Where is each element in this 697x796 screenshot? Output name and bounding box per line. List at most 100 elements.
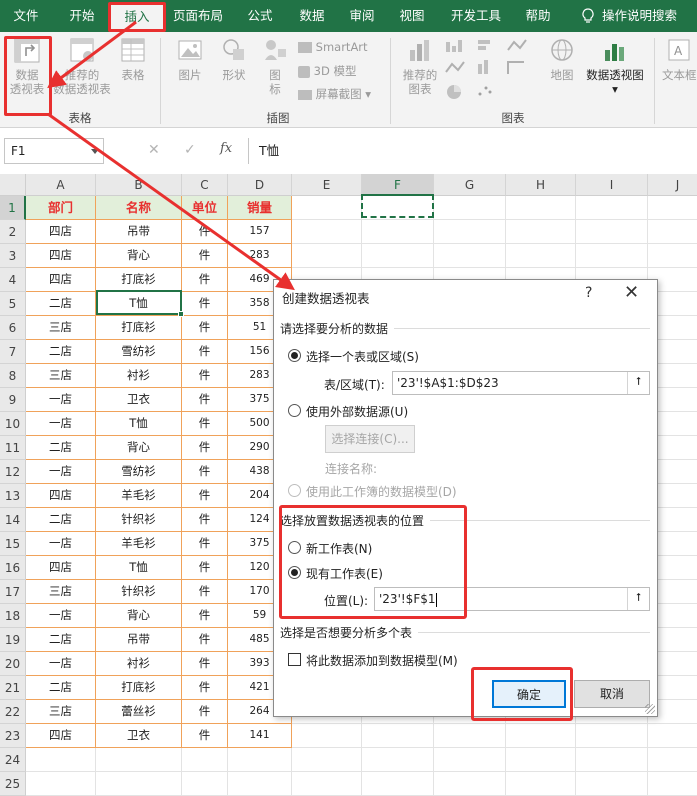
close-icon[interactable]: ✕ <box>624 282 639 303</box>
add-to-data-model-checkbox[interactable] <box>288 653 301 666</box>
empty-cell[interactable] <box>26 772 96 796</box>
row-header[interactable]: 18 <box>0 604 26 628</box>
select-all-corner[interactable] <box>0 174 26 196</box>
table-header-cell[interactable]: 单位 <box>182 196 228 220</box>
table-cell[interactable]: 四店 <box>26 484 96 508</box>
smartart-button[interactable]: SmartArt <box>298 40 368 54</box>
empty-cell[interactable] <box>26 748 96 772</box>
table-cell[interactable]: 吊带 <box>96 628 182 652</box>
empty-cell[interactable] <box>576 724 648 748</box>
maps-button[interactable]: 地图 <box>544 36 580 82</box>
empty-cell[interactable] <box>434 220 506 244</box>
radio-external-source[interactable] <box>288 404 301 417</box>
empty-cell[interactable] <box>576 244 648 268</box>
table-cell[interactable]: 二店 <box>26 292 96 316</box>
empty-cell[interactable] <box>648 196 697 220</box>
table-cell[interactable]: 件 <box>182 364 228 388</box>
table-cell[interactable]: 件 <box>182 220 228 244</box>
table-cell[interactable]: 件 <box>182 244 228 268</box>
column-header-a[interactable]: A <box>26 174 96 196</box>
table-cell[interactable]: 件 <box>182 508 228 532</box>
tab-help[interactable]: 帮助 <box>516 0 560 32</box>
table-cell[interactable]: 卫衣 <box>96 388 182 412</box>
empty-cell[interactable] <box>434 772 506 796</box>
column-header-f[interactable]: F <box>362 174 434 196</box>
empty-cell[interactable] <box>648 772 697 796</box>
table-cell[interactable]: T恤 <box>96 556 182 580</box>
table-cell[interactable]: 件 <box>182 268 228 292</box>
table-cell[interactable]: 件 <box>182 460 228 484</box>
empty-cell[interactable] <box>362 772 434 796</box>
recommended-pivot-button[interactable]: 推荐的 数据透视表 <box>50 36 114 96</box>
column-header-c[interactable]: C <box>182 174 228 196</box>
row-header[interactable]: 15 <box>0 532 26 556</box>
table-cell[interactable]: 件 <box>182 604 228 628</box>
table-cell[interactable]: 件 <box>182 676 228 700</box>
empty-cell[interactable] <box>434 244 506 268</box>
empty-cell[interactable] <box>292 772 362 796</box>
table-button[interactable]: 表格 <box>116 36 150 82</box>
table-cell[interactable]: 件 <box>182 628 228 652</box>
row-header[interactable]: 10 <box>0 412 26 436</box>
table-cell[interactable]: 一店 <box>26 532 96 556</box>
tab-view[interactable]: 视图 <box>390 0 434 32</box>
tab-data[interactable]: 数据 <box>290 0 334 32</box>
range-picker-icon[interactable]: ⭡ <box>627 588 649 610</box>
column-header-i[interactable]: I <box>576 174 648 196</box>
chevron-down-icon[interactable] <box>91 149 99 154</box>
textbox-button[interactable]: A 文本框 <box>662 36 697 82</box>
table-cell[interactable]: 打底衫 <box>96 316 182 340</box>
row-header[interactable]: 20 <box>0 652 26 676</box>
empty-cell[interactable] <box>576 772 648 796</box>
table-cell[interactable]: 二店 <box>26 676 96 700</box>
table-cell[interactable]: 件 <box>182 292 228 316</box>
table-cell[interactable]: 一店 <box>26 652 96 676</box>
range-picker-icon[interactable]: ⭡ <box>627 372 649 394</box>
table-cell[interactable]: 157 <box>228 220 292 244</box>
table-cell[interactable]: 背心 <box>96 244 182 268</box>
column-header-j[interactable]: J <box>648 174 697 196</box>
radio-table-range-label[interactable]: 选择一个表或区域(S) <box>306 348 419 365</box>
table-cell[interactable]: 283 <box>228 244 292 268</box>
table-cell[interactable]: 四店 <box>26 268 96 292</box>
tab-file[interactable]: 文件 <box>4 0 48 32</box>
empty-cell[interactable] <box>648 220 697 244</box>
table-cell[interactable]: 一店 <box>26 388 96 412</box>
empty-cell[interactable] <box>648 244 697 268</box>
tab-formulas[interactable]: 公式 <box>238 0 282 32</box>
row-header[interactable]: 2 <box>0 220 26 244</box>
empty-cell[interactable] <box>182 748 228 772</box>
empty-cell[interactable] <box>228 748 292 772</box>
table-cell[interactable]: 打底衫 <box>96 268 182 292</box>
tell-me-search[interactable]: 操作说明搜索 <box>602 0 692 32</box>
table-cell[interactable]: 四店 <box>26 724 96 748</box>
row-header[interactable]: 22 <box>0 700 26 724</box>
table-cell[interactable]: 针织衫 <box>96 580 182 604</box>
empty-cell[interactable] <box>362 748 434 772</box>
row-header[interactable]: 16 <box>0 556 26 580</box>
table-cell[interactable]: 四店 <box>26 556 96 580</box>
table-cell[interactable]: 四店 <box>26 220 96 244</box>
screenshot-button[interactable]: 屏幕截图 ▾ <box>298 86 371 102</box>
empty-cell[interactable] <box>506 772 576 796</box>
empty-cell[interactable] <box>576 748 648 772</box>
empty-cell[interactable] <box>506 196 576 220</box>
table-header-cell[interactable]: 销量 <box>228 196 292 220</box>
row-header[interactable]: 24 <box>0 748 26 772</box>
table-cell[interactable]: 件 <box>182 316 228 340</box>
table-cell[interactable]: 件 <box>182 580 228 604</box>
table-cell[interactable]: 件 <box>182 388 228 412</box>
table-cell[interactable]: 背心 <box>96 604 182 628</box>
row-header[interactable]: 8 <box>0 364 26 388</box>
empty-cell[interactable] <box>292 220 362 244</box>
row-header[interactable]: 6 <box>0 316 26 340</box>
table-cell[interactable]: 一店 <box>26 412 96 436</box>
row-header[interactable]: 25 <box>0 772 26 796</box>
empty-cell[interactable] <box>292 724 362 748</box>
table-cell[interactable]: 羊毛衫 <box>96 484 182 508</box>
row-header[interactable]: 13 <box>0 484 26 508</box>
empty-cell[interactable] <box>576 220 648 244</box>
fill-handle[interactable] <box>178 311 184 317</box>
table-cell[interactable]: 三店 <box>26 316 96 340</box>
enter-icon[interactable]: ✓ <box>184 142 196 158</box>
